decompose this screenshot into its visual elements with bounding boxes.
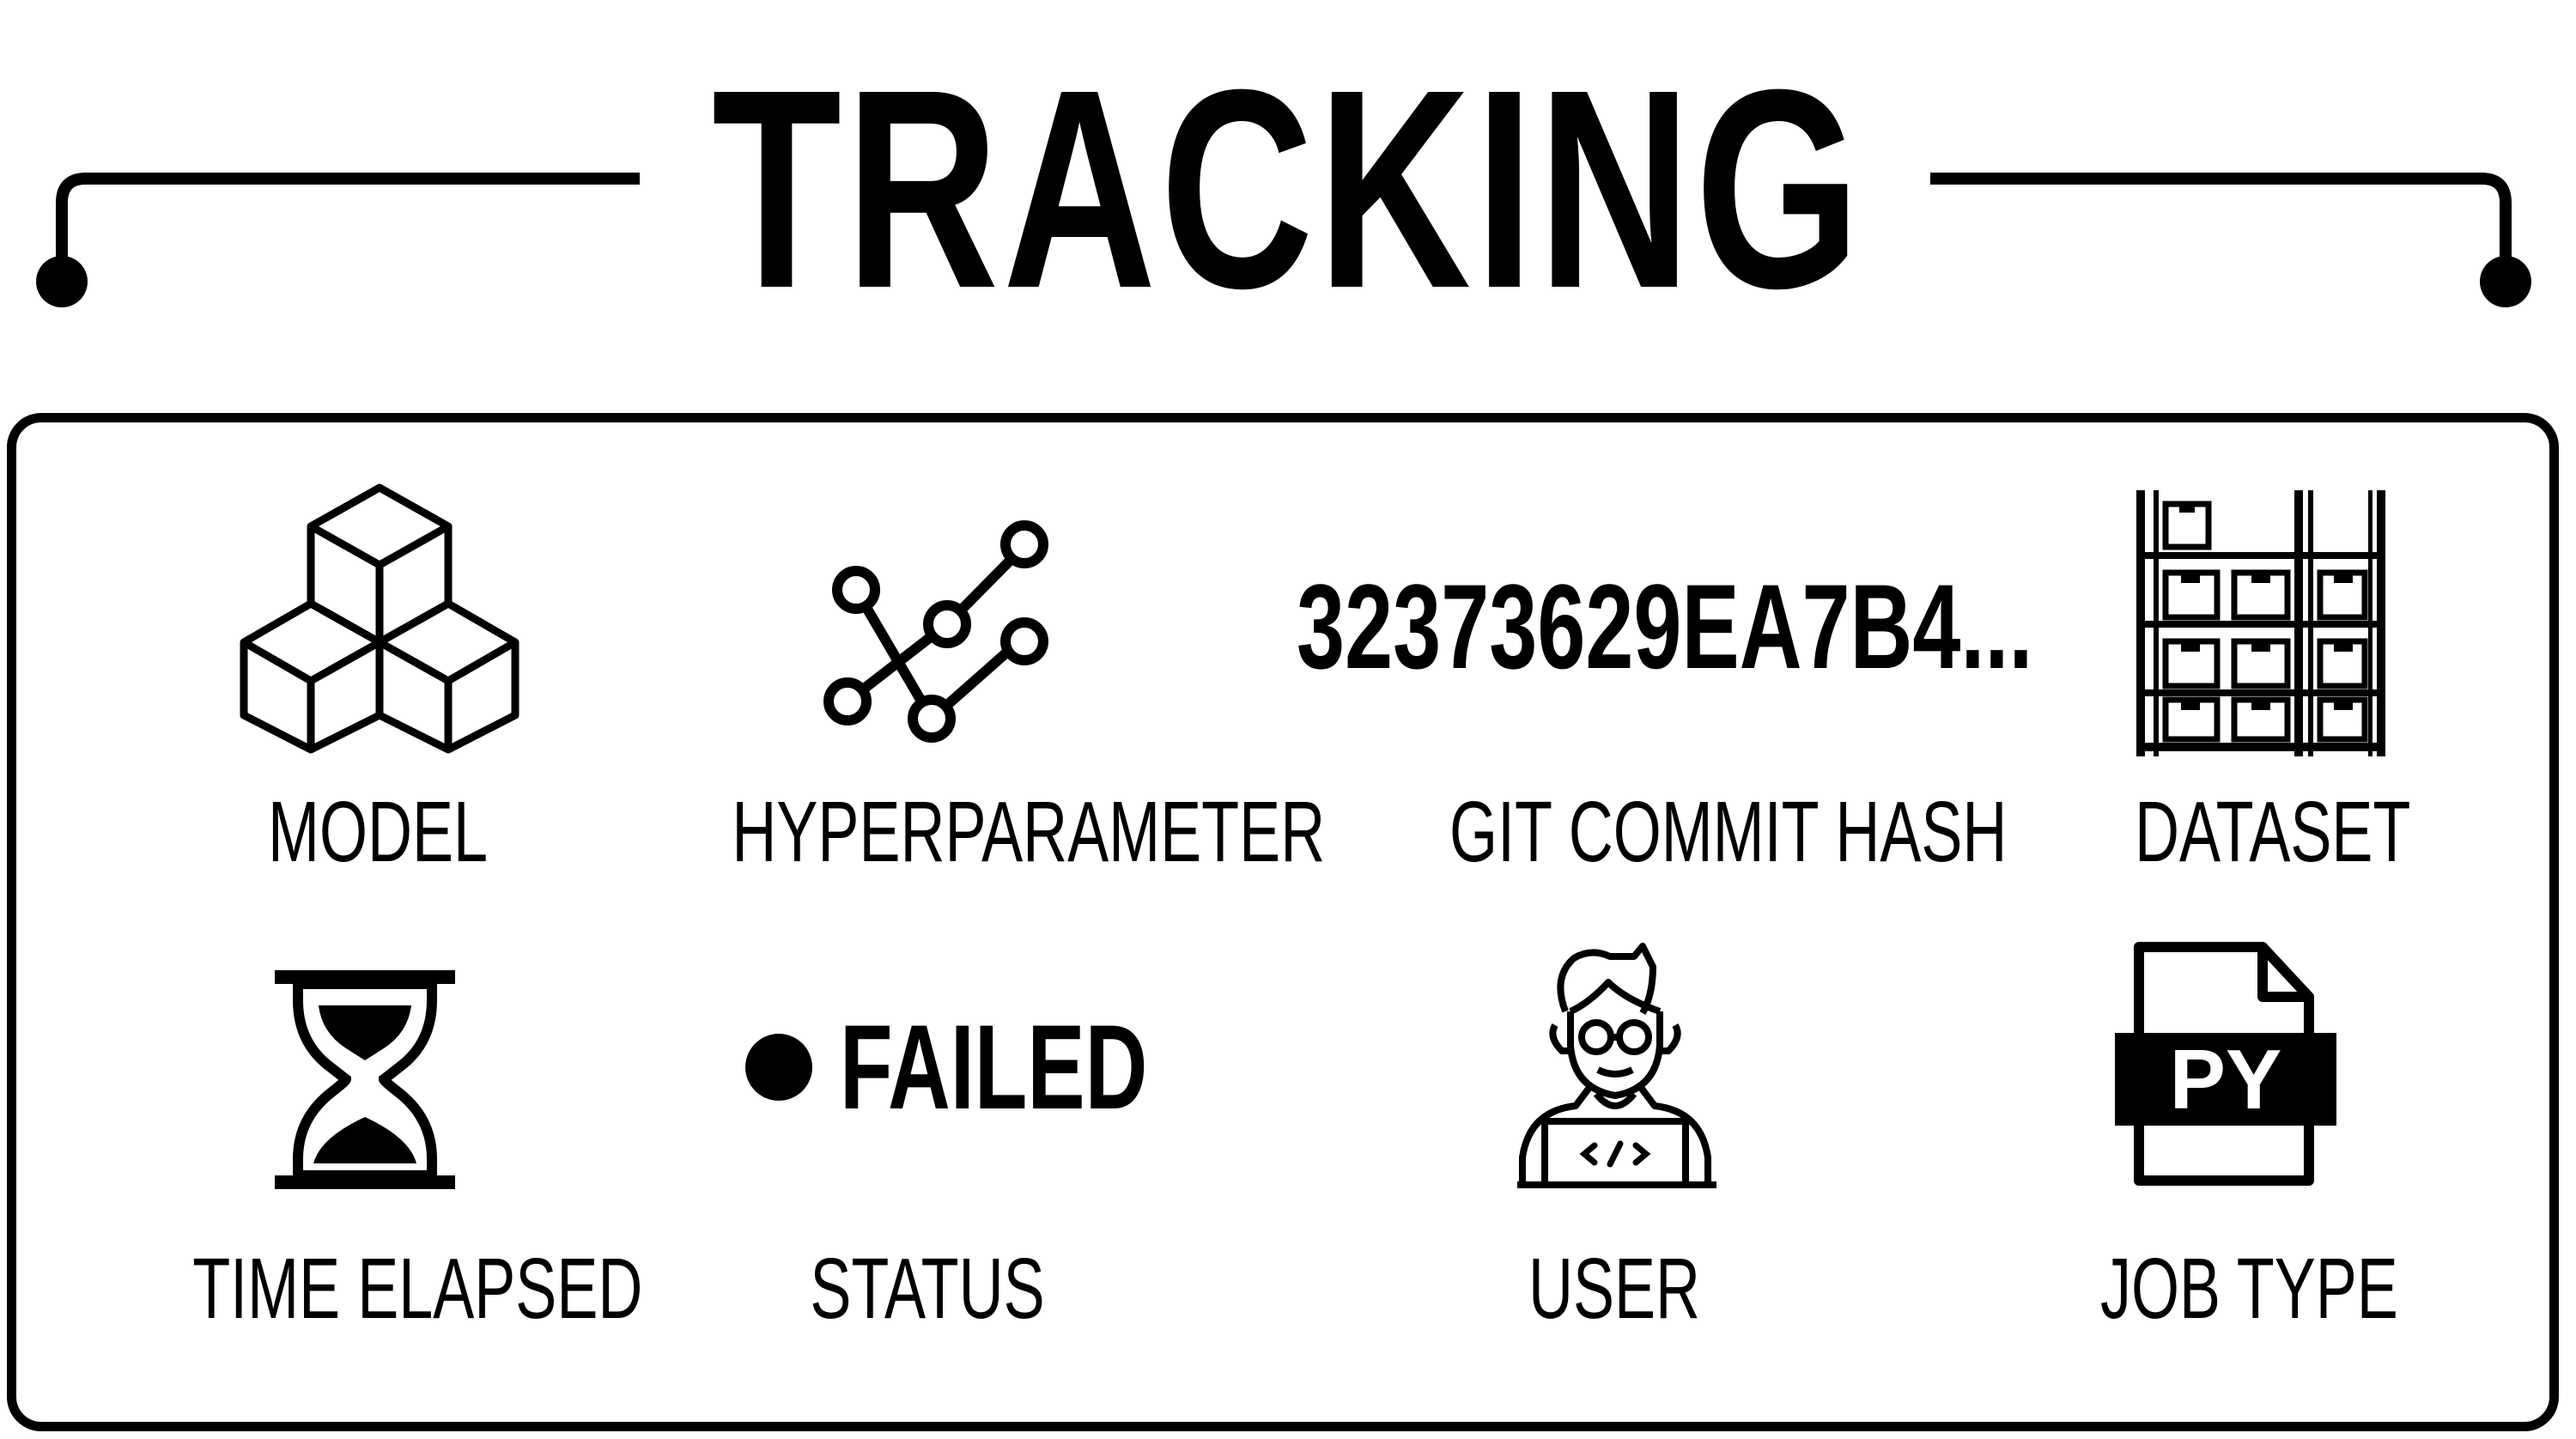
right-connector-dot — [2480, 256, 2531, 307]
model-label: MODEL — [267, 784, 489, 880]
hourglass-icon — [275, 970, 455, 1189]
status-value: FAILED — [840, 999, 1148, 1134]
hyperparameter-label: HYPERPARAMETER — [732, 784, 1326, 880]
git-commit-hash-value: 32373629EA7B4... — [1297, 559, 2033, 694]
graph-nodes-icon — [823, 520, 1048, 743]
developer-icon — [1517, 943, 1716, 1188]
left-connector-dot — [36, 256, 88, 307]
py-file-label: PY — [2170, 1032, 2282, 1126]
cubes-icon — [240, 483, 519, 754]
py-file-icon: PY — [2115, 942, 2336, 1186]
storage-shelves-icon — [2136, 490, 2385, 756]
status-label: STATUS — [810, 1241, 1045, 1337]
status-dot-icon — [745, 1034, 812, 1101]
time-elapsed-label: TIME ELAPSED — [192, 1241, 643, 1337]
user-label: USER — [1528, 1241, 1701, 1337]
dataset-label: DATASET — [2135, 784, 2411, 880]
git-commit-hash-label: GIT COMMIT HASH — [1449, 784, 2008, 880]
job-type-label: JOB TYPE — [2100, 1241, 2398, 1337]
page-title: TRACKING — [711, 30, 1865, 347]
